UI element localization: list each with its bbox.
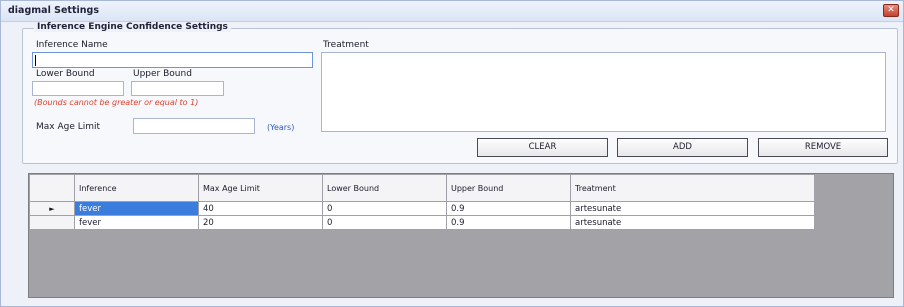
settings-window: diagmal Settings ✕ Inference Engine Conf… [0,0,904,307]
max-age-input[interactable] [133,118,255,134]
inference-name-input[interactable] [32,52,313,68]
column-header-upper-bound[interactable]: Upper Bound [446,174,571,202]
cell-lower-bound[interactable]: 0 [322,215,447,230]
column-header-max-age[interactable]: Max Age Limit [198,174,323,202]
upper-bound-label: Upper Bound [133,69,192,79]
cell-upper-bound[interactable]: 0.9 [446,201,571,216]
column-header-lower-bound[interactable]: Lower Bound [322,174,447,202]
window-title: diagmal Settings [8,5,99,16]
row-header[interactable]: ► [29,201,75,216]
grid-header-row: Inference Max Age Limit Lower Bound Uppe… [29,174,815,202]
column-header-treatment[interactable]: Treatment [570,174,815,202]
cell-treatment[interactable]: artesunate [570,201,815,216]
text-caret [35,55,36,66]
add-button[interactable]: ADD [617,138,748,157]
upper-bound-input[interactable] [131,81,224,96]
data-grid[interactable]: Inference Max Age Limit Lower Bound Uppe… [28,173,894,298]
cell-treatment[interactable]: artesunate [570,215,815,230]
group-title: Inference Engine Confidence Settings [34,22,231,32]
treatment-label: Treatment [323,40,369,50]
bounds-hint: (Bounds cannot be greater or equal to 1) [34,98,199,107]
current-row-arrow-icon: ► [49,204,55,213]
row-header-corner[interactable] [29,174,75,202]
inference-name-label: Inference Name [36,40,108,50]
remove-button[interactable]: REMOVE [758,138,888,157]
cell-max-age[interactable]: 20 [198,215,323,230]
close-button[interactable]: ✕ [883,4,899,17]
row-header[interactable] [29,215,75,230]
lower-bound-input[interactable] [32,81,124,96]
cell-lower-bound[interactable]: 0 [322,201,447,216]
table-row[interactable]: fever 20 0 0.9 artesunate [29,215,815,230]
title-bar[interactable]: diagmal Settings ✕ [1,1,903,22]
grid-table: Inference Max Age Limit Lower Bound Uppe… [29,174,815,230]
cell-inference[interactable]: fever [74,215,199,230]
cell-max-age[interactable]: 40 [198,201,323,216]
cell-inference[interactable]: fever [74,201,199,216]
max-age-label: Max Age Limit [36,122,101,132]
years-hint: (Years) [267,123,295,132]
lower-bound-label: Lower Bound [36,69,95,79]
clear-button[interactable]: CLEAR [477,138,608,157]
column-header-inference[interactable]: Inference [74,174,199,202]
table-row[interactable]: ► fever 40 0 0.9 artesunate [29,201,815,216]
cell-upper-bound[interactable]: 0.9 [446,215,571,230]
treatment-textarea[interactable] [321,52,886,132]
